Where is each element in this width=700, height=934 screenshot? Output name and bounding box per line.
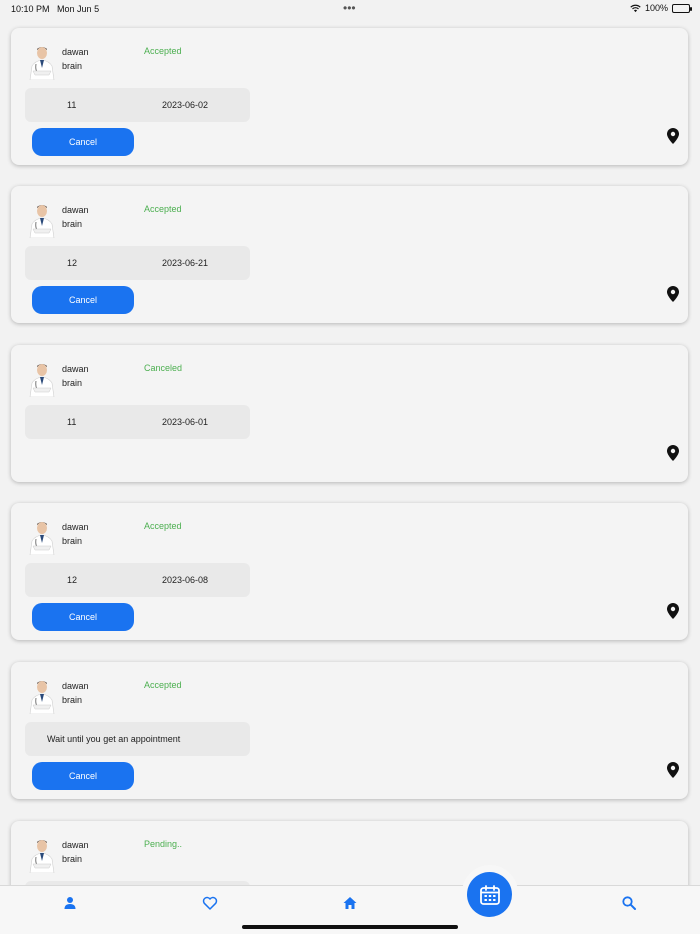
cancel-button[interactable]: Cancel: [32, 128, 134, 156]
doctor-specialty: brain: [62, 378, 83, 388]
doctor-name: dawan: [62, 681, 89, 691]
doctor-name: dawan: [62, 840, 89, 850]
doctor-specialty: brain: [62, 854, 83, 864]
appointment-date: 2023-06-08: [162, 575, 209, 585]
doctor-avatar: [29, 681, 55, 714]
appointment-info: Wait until you get an appointment: [25, 722, 250, 756]
doctor-name: dawan: [62, 205, 89, 215]
doctor-avatar: [29, 522, 55, 555]
calendar-icon: [479, 884, 500, 905]
status-badge: Accepted: [144, 46, 182, 56]
appointment-info: 11 2023-06-02: [25, 88, 250, 122]
appointment-date: 2023-06-01: [162, 417, 209, 427]
location-pin-icon[interactable]: [667, 445, 679, 461]
doctor-specialty: brain: [62, 695, 83, 705]
appointment-list[interactable]: dawan brain Accepted 11 2023-06-02 Cance…: [0, 18, 700, 885]
appointment-card: dawan brain Accepted Wait until you get …: [11, 662, 688, 799]
doctor-name: dawan: [62, 47, 89, 57]
doctor-avatar: [29, 840, 55, 873]
home-indicator[interactable]: [242, 925, 458, 929]
doctor-specialty: brain: [62, 219, 83, 229]
appointments-fab[interactable]: [467, 872, 512, 917]
person-icon[interactable]: [62, 895, 78, 911]
home-icon[interactable]: [342, 895, 358, 911]
appointment-number: 11: [67, 417, 77, 427]
status-badge: Accepted: [144, 204, 182, 214]
status-badge: Canceled: [144, 363, 183, 373]
appointment-number: 12: [67, 258, 78, 268]
status-badge: Accepted: [144, 521, 182, 531]
appointment-number: 12: [67, 575, 78, 585]
status-time: 10:10 PM Mon Jun 5: [11, 4, 100, 14]
heart-icon[interactable]: [202, 895, 218, 911]
appointment-card: dawan brain Pending..: [11, 821, 688, 885]
appointment-card: dawan brain Accepted 12 2023-06-21 Cance…: [11, 186, 688, 323]
doctor-specialty: brain: [62, 536, 83, 546]
appointment-date: 2023-06-02: [162, 100, 209, 110]
location-pin-icon[interactable]: [667, 603, 679, 619]
search-icon[interactable]: [621, 895, 637, 911]
doctor-avatar: [29, 364, 55, 397]
status-badge: Pending..: [144, 839, 183, 849]
battery-percent: 100%: [644, 3, 668, 13]
location-pin-icon[interactable]: [667, 762, 679, 778]
location-pin-icon[interactable]: [667, 286, 679, 302]
doctor-name: dawan: [62, 364, 89, 374]
appointment-date: 2023-06-21: [162, 258, 209, 268]
wifi-icon: [630, 4, 641, 12]
cancel-button[interactable]: Cancel: [32, 603, 134, 631]
status-bar: 10:10 PM Mon Jun 5 ••• 100%: [0, 0, 700, 18]
waiting-message: Wait until you get an appointment: [47, 734, 181, 744]
doctor-specialty: brain: [62, 61, 83, 71]
appointment-info: 11 2023-06-01: [25, 405, 250, 439]
battery-icon: [672, 3, 692, 13]
doctor-name: dawan: [62, 522, 89, 532]
appointment-number: 11: [67, 100, 77, 110]
appointment-card: dawan brain Canceled 11 2023-06-01: [11, 345, 688, 482]
appointment-card: dawan brain Accepted 12 2023-06-08 Cance…: [11, 503, 688, 640]
multitasking-dots-icon[interactable]: •••: [343, 1, 356, 15]
appointment-info: 12 2023-06-21: [25, 246, 250, 280]
status-indicators: 100%: [630, 3, 692, 13]
appointment-info: 12 2023-06-08: [25, 563, 250, 597]
status-badge: Accepted: [144, 680, 182, 690]
cancel-button[interactable]: Cancel: [32, 762, 134, 790]
location-pin-icon[interactable]: [667, 128, 679, 144]
doctor-avatar: [29, 47, 55, 80]
appointment-card: dawan brain Accepted 11 2023-06-02 Cance…: [11, 28, 688, 165]
doctor-avatar: [29, 205, 55, 238]
cancel-button[interactable]: Cancel: [32, 286, 134, 314]
